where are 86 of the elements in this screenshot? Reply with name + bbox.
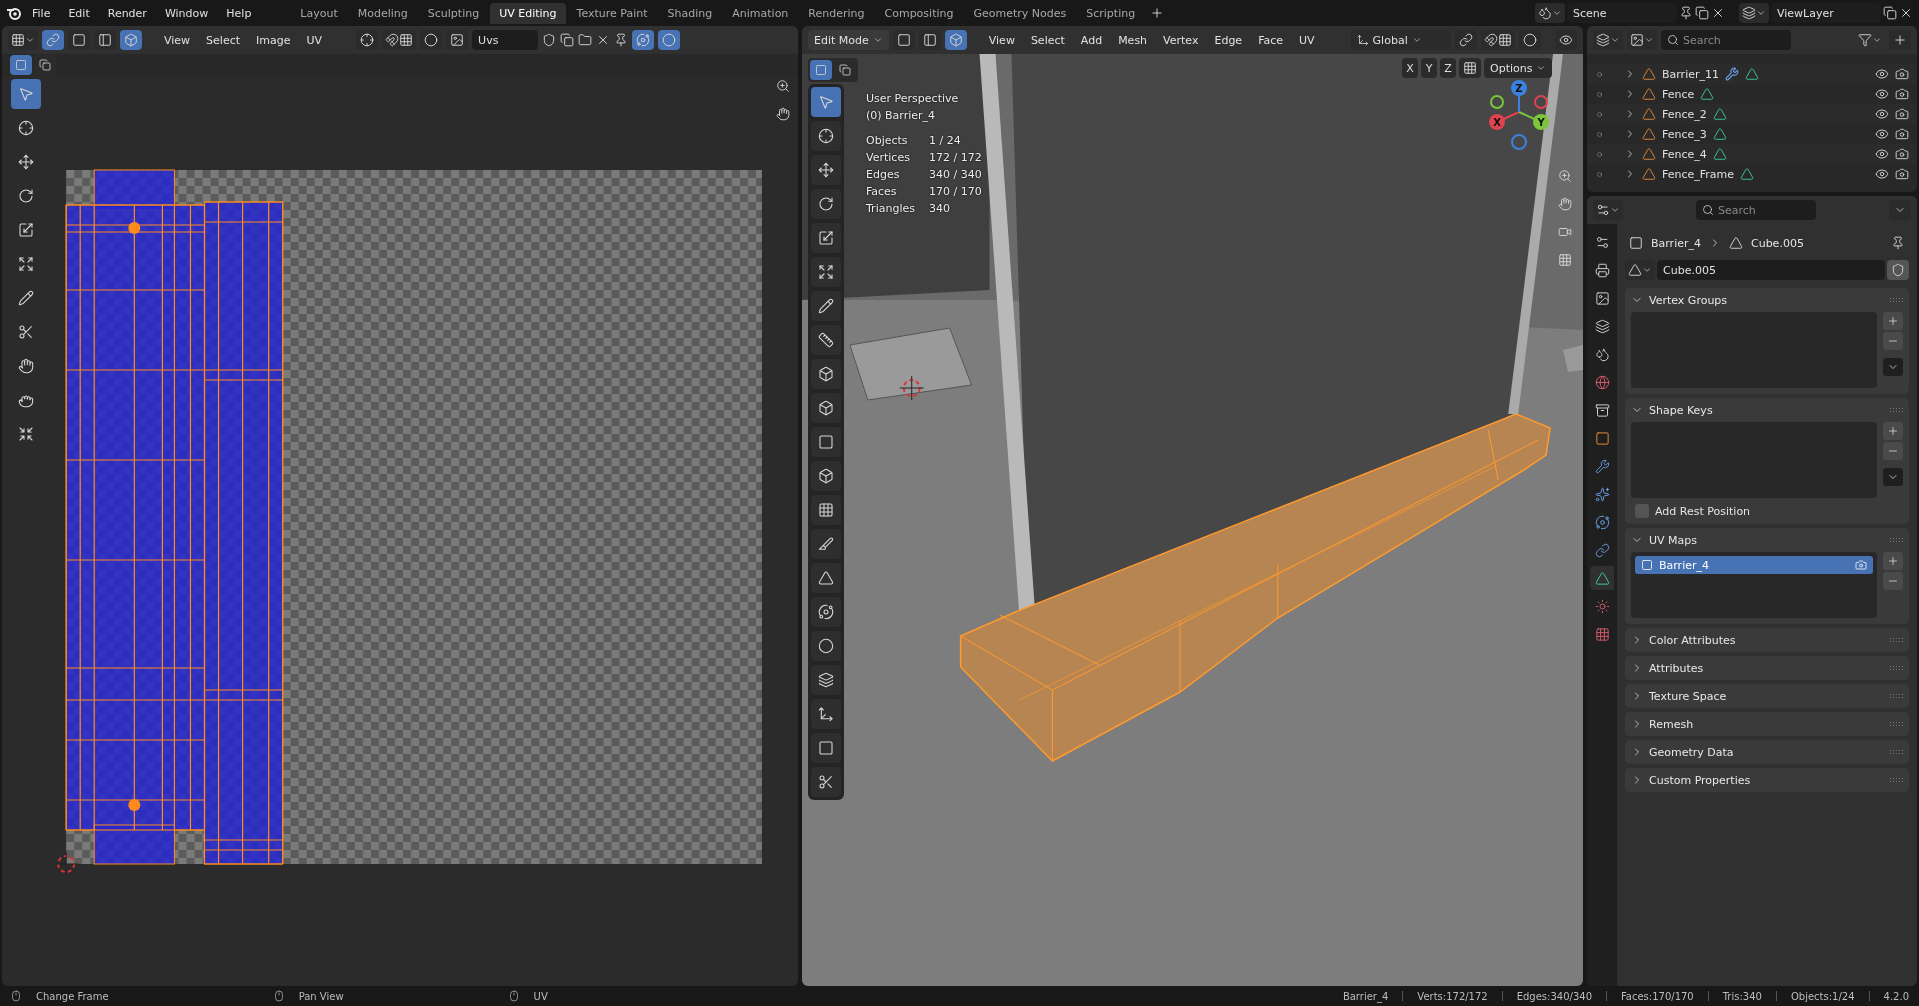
mirror-axis-toggle[interactable]: Z	[1440, 58, 1456, 78]
active-object-label: (0) Barrier_4	[866, 108, 937, 124]
header-menu[interactable]: Select	[200, 31, 247, 49]
mode-dropdown[interactable]: Edit Mode	[808, 30, 889, 50]
panel-title: Color Attributes	[1649, 633, 1737, 647]
stat-label: Triangles	[866, 201, 915, 217]
header-menu[interactable]: View	[982, 31, 1021, 49]
header-menu[interactable]: Vertex	[1157, 31, 1205, 49]
status-stat: Objects:1/24	[1790, 990, 1855, 1002]
workspace-tab[interactable]: Layout	[291, 2, 347, 24]
panel-title: Shape Keys	[1649, 403, 1714, 417]
panel-title: UV Maps	[1649, 533, 1699, 547]
workspace-tab[interactable]: Modeling	[348, 2, 417, 24]
header-menu[interactable]: View	[158, 31, 197, 49]
workspace-tab[interactable]: Shading	[658, 2, 722, 24]
object-name: Fence_Frame	[1662, 167, 1735, 181]
stat-value: 172 / 172	[928, 150, 982, 166]
orientation-dropdown[interactable]: Global	[1350, 30, 1451, 50]
stat-value: 170 / 170	[928, 184, 982, 200]
panel-title: Custom Properties	[1649, 773, 1752, 787]
stat-value: 340	[928, 201, 951, 217]
header-menu[interactable]: Face	[1252, 31, 1289, 49]
search-field[interactable]: Search	[1661, 30, 1791, 50]
header-menu[interactable]: Image	[250, 31, 297, 49]
version-label: 4.2.0	[1883, 990, 1909, 1002]
panel-header[interactable]: UV Maps	[1631, 528, 1903, 552]
header-menu[interactable]: Mesh	[1112, 31, 1154, 49]
search-field[interactable]: Search	[1696, 200, 1816, 220]
header-menu[interactable]: Add	[1074, 31, 1109, 49]
panel-title: Attributes	[1649, 661, 1705, 675]
workspace-tab[interactable]: UV Editing	[490, 2, 566, 24]
header-menu[interactable]: UV	[300, 31, 329, 49]
stat-label: Vertices	[866, 150, 911, 166]
options-dropdown[interactable]: Options	[1484, 58, 1553, 78]
panel-title: Remesh	[1649, 717, 1695, 731]
mirror-axis-toggle[interactable]: X	[1402, 58, 1418, 78]
stat-label: Faces	[866, 184, 898, 200]
view-name: User Perspective	[866, 91, 960, 107]
workspace-tab[interactable]: Sculpting	[418, 2, 489, 24]
axis-label: Z	[1515, 83, 1523, 94]
workspace-tab[interactable]: Geometry Nodes	[964, 2, 1076, 24]
workspace-tab[interactable]: Compositing	[875, 2, 963, 24]
object-name: Barrier_11	[1662, 67, 1719, 81]
menu-item[interactable]: File	[24, 3, 59, 23]
status-hint: UV	[533, 990, 548, 1002]
status-stat: Tris:340	[1722, 990, 1762, 1002]
status-hint: Change Frame	[36, 990, 109, 1002]
object-name: Fence_2	[1662, 107, 1707, 121]
stat-label: Objects	[866, 133, 909, 149]
stat-value: 340 / 340	[928, 167, 982, 183]
view-layer-field[interactable]: ViewLayer	[1771, 3, 1881, 23]
axis-label: X	[1493, 117, 1501, 128]
panel-title: Texture Space	[1649, 689, 1728, 703]
mirror-axis-toggle[interactable]: Y	[1421, 58, 1437, 78]
menu-item[interactable]: Help	[218, 3, 260, 23]
object-name: Fence	[1662, 87, 1695, 101]
breadcrumb-object: Barrier_4	[1651, 236, 1701, 250]
header-menu[interactable]: Select	[1024, 31, 1071, 49]
axis-label: Y	[1537, 117, 1545, 128]
header-menu[interactable]: UV	[1293, 31, 1321, 49]
status-stat: Barrier_4	[1342, 990, 1389, 1002]
panel-header[interactable]: Shape Keys	[1631, 398, 1903, 422]
workspace-tab[interactable]: Animation	[723, 2, 798, 24]
status-stat: Faces:170/170	[1621, 990, 1694, 1002]
mesh-name-field[interactable]: Cube.005	[1657, 260, 1885, 280]
panel-title: Vertex Groups	[1649, 293, 1729, 307]
scene-field[interactable]: Scene	[1567, 3, 1677, 23]
image-name-field[interactable]: Uvs	[472, 30, 539, 50]
uv-map-item[interactable]: Barrier_4	[1635, 556, 1873, 574]
object-name: Fence_4	[1662, 147, 1707, 161]
menu-item[interactable]: Edit	[60, 3, 98, 23]
menu-item[interactable]: Window	[156, 3, 217, 23]
stat-label: Edges	[866, 167, 901, 183]
panel-title: Geometry Data	[1649, 745, 1735, 759]
stat-value: 1 / 24	[928, 133, 962, 149]
workspace-tab[interactable]: Scripting	[1077, 2, 1145, 24]
status-hint: Pan View	[298, 990, 344, 1002]
workspace-tab[interactable]: Rendering	[799, 2, 874, 24]
header-menu[interactable]: Edge	[1208, 31, 1249, 49]
status-stat: Edges:340/340	[1516, 990, 1592, 1002]
workspace-tab[interactable]: Texture Paint	[567, 2, 657, 24]
checkbox-label: Add Rest Position	[1655, 504, 1751, 518]
status-stat: Verts:172/172	[1417, 990, 1488, 1002]
breadcrumb-mesh: Cube.005	[1751, 236, 1804, 250]
menu-item[interactable]: Render	[99, 3, 155, 23]
object-name: Fence_3	[1662, 127, 1707, 141]
